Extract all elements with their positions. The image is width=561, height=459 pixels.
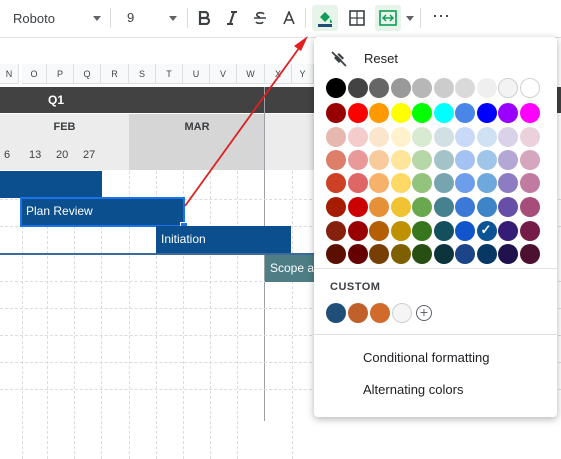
custom-header: CUSTOM [330,281,381,293]
color-swatch[interactable] [433,78,454,98]
color-swatch[interactable] [326,244,346,264]
color-swatch[interactable] [347,103,368,123]
color-swatch[interactable] [412,127,432,147]
no-fill-icon [331,50,348,67]
color-swatch[interactable] [412,150,432,170]
color-swatch[interactable] [369,244,389,264]
color-swatch[interactable] [498,173,518,193]
plus-icon: + [419,304,429,320]
color-swatch[interactable] [519,221,540,241]
color-swatch[interactable] [498,78,518,98]
color-swatch[interactable] [369,173,389,193]
custom-color-swatch[interactable] [370,303,390,323]
fill-color-menu: Reset ✓ CUSTOM + Conditional formatting … [314,37,557,417]
color-swatch[interactable] [412,103,432,123]
color-swatch[interactable] [519,127,540,147]
color-swatch[interactable] [326,78,346,98]
color-swatch[interactable] [326,221,346,241]
color-swatch[interactable] [455,244,475,264]
color-swatch[interactable] [498,150,518,170]
color-swatch[interactable] [455,78,475,98]
color-swatch[interactable] [433,173,454,193]
color-swatch[interactable] [326,150,346,170]
color-swatch[interactable] [369,197,389,217]
color-swatch[interactable] [369,127,389,147]
color-swatch[interactable] [347,78,368,98]
color-swatch[interactable] [476,127,497,147]
color-swatch[interactable] [519,244,540,264]
color-swatch[interactable] [390,78,411,98]
color-swatch[interactable] [433,103,454,123]
color-swatch[interactable] [476,78,497,98]
check-icon: ✓ [480,222,492,237]
color-swatch[interactable] [455,221,475,241]
color-swatch[interactable] [498,221,518,241]
color-swatch[interactable] [390,173,411,193]
color-swatch[interactable] [519,197,540,217]
conditional-formatting-item[interactable]: Conditional formatting [363,350,489,365]
color-swatch[interactable] [519,78,540,98]
color-swatch[interactable] [347,127,368,147]
color-swatch[interactable] [455,103,475,123]
color-swatch[interactable] [455,150,475,170]
reset-menu-item[interactable]: Reset [314,45,557,73]
color-swatch[interactable] [347,221,368,241]
color-swatch[interactable] [498,127,518,147]
alternating-colors-item[interactable]: Alternating colors [363,382,463,397]
color-swatch[interactable] [412,78,432,98]
color-swatch[interactable] [498,244,518,264]
color-swatch[interactable] [476,150,497,170]
color-swatch[interactable] [519,173,540,193]
color-swatch[interactable] [476,103,497,123]
color-swatch[interactable] [347,150,368,170]
color-swatch[interactable] [390,244,411,264]
color-swatch[interactable] [455,173,475,193]
color-swatch[interactable] [476,173,497,193]
color-swatch[interactable] [347,173,368,193]
custom-color-swatch[interactable] [326,303,346,323]
color-swatch[interactable] [476,197,497,217]
custom-color-swatch[interactable] [392,303,412,323]
color-swatch[interactable] [433,127,454,147]
color-swatch[interactable] [433,150,454,170]
color-swatch[interactable] [390,150,411,170]
color-swatch[interactable] [519,103,540,123]
color-swatch[interactable] [498,197,518,217]
custom-color-swatch[interactable] [348,303,368,323]
color-swatch[interactable] [326,103,346,123]
color-swatch[interactable] [326,127,346,147]
menu-divider [314,268,557,269]
color-swatch[interactable] [412,221,432,241]
color-swatch[interactable] [433,221,454,241]
color-swatch[interactable] [476,244,497,264]
color-swatch[interactable] [369,103,389,123]
color-swatch[interactable] [390,197,411,217]
color-swatch[interactable] [390,127,411,147]
color-swatch[interactable]: ✓ [476,221,497,241]
color-swatch[interactable] [326,173,346,193]
color-swatch[interactable] [433,197,454,217]
add-custom-color-button[interactable]: + [416,305,432,321]
color-swatch[interactable] [433,244,454,264]
color-swatch[interactable] [412,197,432,217]
color-swatch[interactable] [347,244,368,264]
color-swatch[interactable] [369,221,389,241]
color-swatch[interactable] [412,173,432,193]
color-swatch[interactable] [519,150,540,170]
color-swatch[interactable] [369,150,389,170]
color-swatch[interactable] [390,221,411,241]
reset-label: Reset [364,51,398,66]
color-swatch[interactable] [455,197,475,217]
color-swatch[interactable] [498,103,518,123]
color-swatch[interactable] [369,78,389,98]
color-swatch[interactable] [412,244,432,264]
color-swatch[interactable] [326,197,346,217]
color-swatch[interactable] [390,103,411,123]
menu-divider [314,334,557,335]
color-swatch[interactable] [347,197,368,217]
color-swatch[interactable] [455,127,475,147]
